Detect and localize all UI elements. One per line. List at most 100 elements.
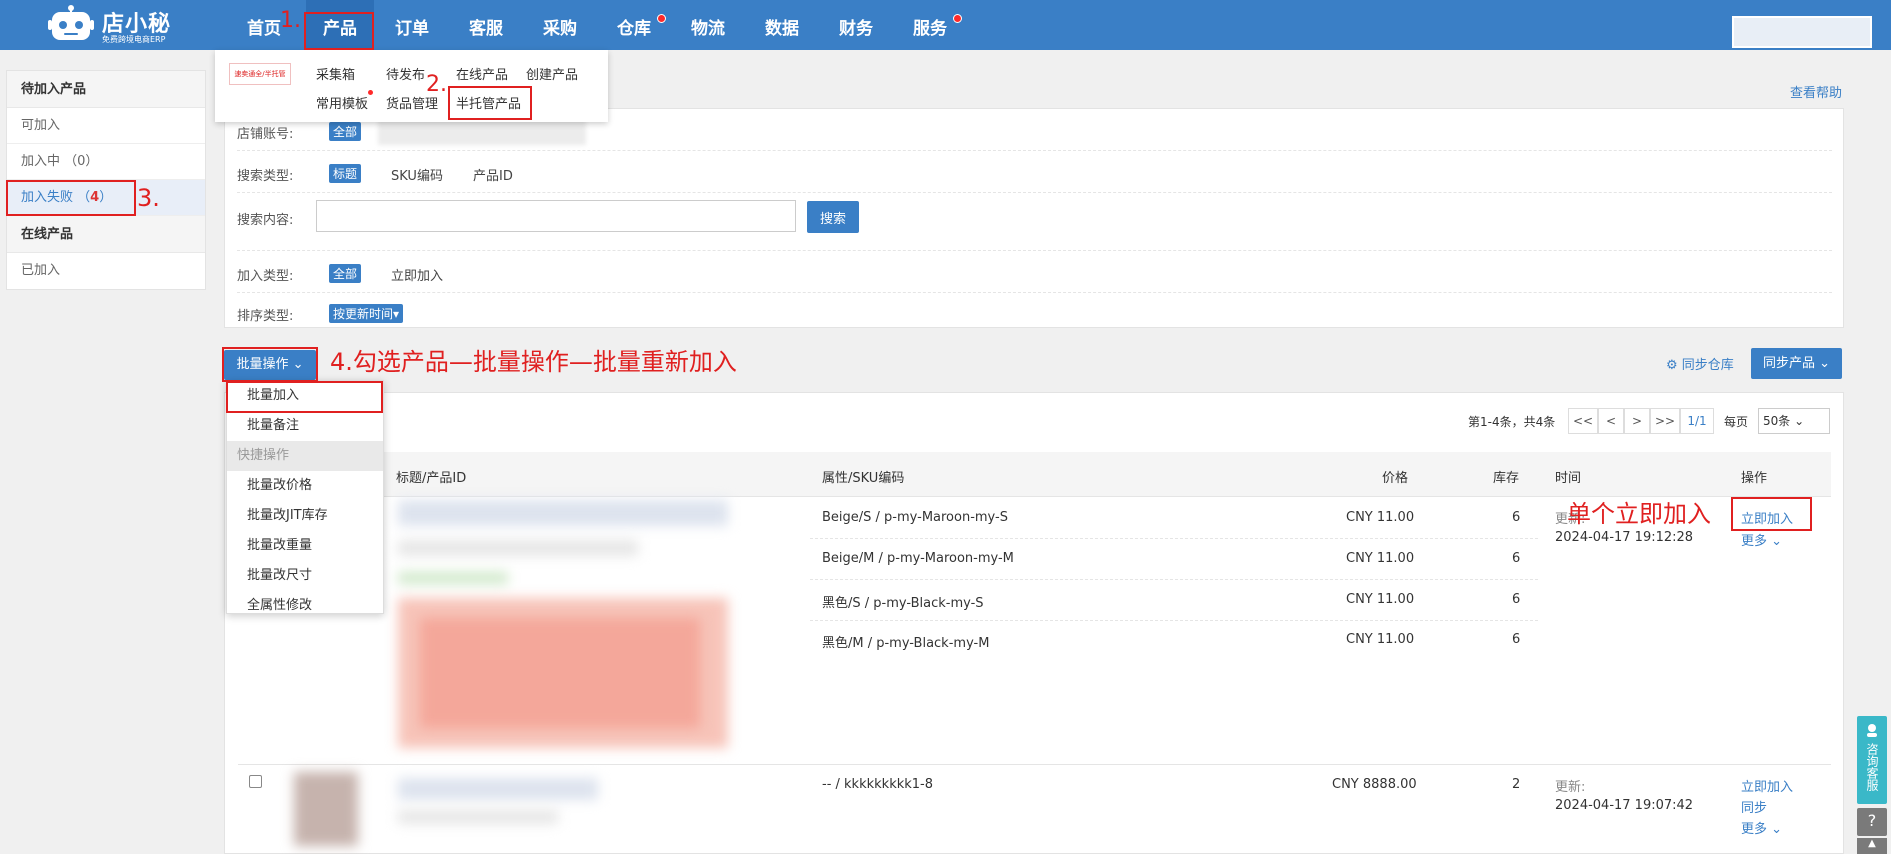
notification-dot-icon bbox=[368, 90, 373, 95]
annotation-step2: 2. bbox=[426, 72, 447, 97]
price-cell: CNY 8888.00 bbox=[1332, 777, 1417, 792]
sidebar-item-joined[interactable]: 已加入 bbox=[7, 253, 205, 289]
pager-prev-button[interactable]: < bbox=[1598, 408, 1624, 434]
pager-current-page: 1/1 bbox=[1680, 408, 1714, 434]
blurred-product-id bbox=[398, 540, 638, 556]
th-price: 价格 bbox=[1382, 471, 1409, 486]
per-page-select[interactable]: 50条 ⌄ bbox=[1758, 408, 1830, 434]
annotation-box-batch-button bbox=[222, 347, 318, 382]
pager-next-button[interactable]: > bbox=[1624, 408, 1650, 434]
notification-dot-icon bbox=[657, 14, 666, 23]
sync-product-button[interactable]: 同步产品 ⌄ bbox=[1751, 348, 1842, 379]
nav-logistics[interactable]: 物流 bbox=[680, 0, 736, 50]
scroll-top-icon[interactable]: ▲ bbox=[1857, 838, 1887, 854]
nav-service-label: 服务 bbox=[913, 19, 947, 39]
row-divider bbox=[238, 764, 1831, 765]
pager-last-button[interactable]: >> bbox=[1650, 408, 1680, 434]
th-sku: 属性/SKU编码 bbox=[822, 471, 905, 486]
blurred-product-image-inner bbox=[420, 618, 700, 728]
sidebar-item-count: （0） bbox=[64, 154, 99, 169]
search-type-sku[interactable]: SKU编码 bbox=[391, 165, 443, 184]
filter-row-sort: 排序类型: 按更新时间▾ bbox=[237, 293, 1832, 329]
variant-divider bbox=[810, 620, 1538, 621]
product-dropdown-menu: 速卖通全/半托管 采集箱 待发布 在线产品 创建产品 常用模板 货品管理 半托管… bbox=[215, 50, 608, 122]
annotation-single-join: 单个立即加入 bbox=[1567, 500, 1711, 528]
search-type-product-id[interactable]: 产品ID bbox=[473, 165, 513, 184]
row-checkbox[interactable] bbox=[249, 775, 262, 788]
menu-collection-box[interactable]: 采集箱 bbox=[316, 64, 355, 83]
menu-common-templates[interactable]: 常用模板 bbox=[316, 93, 368, 112]
help-link[interactable]: 查看帮助 bbox=[1790, 82, 1842, 101]
pager-summary: 第1-4条，共4条 bbox=[1468, 415, 1556, 429]
filter-row-search-type: 搜索类型: 标题 SKU编码 产品ID bbox=[237, 151, 1832, 193]
nav-purchase[interactable]: 采购 bbox=[532, 0, 588, 50]
annotation-step4: 4.勾选产品—批量操作—批量重新加入 bbox=[330, 348, 737, 376]
sku-cell: Beige/M / p-my-Maroon-my-M bbox=[822, 551, 1014, 566]
sku-cell: 黑色/M / p-my-Black-my-M bbox=[822, 636, 990, 651]
sku-cell: -- / kkkkkkkkk1-8 bbox=[822, 777, 934, 792]
join-type-all[interactable]: 全部 bbox=[329, 264, 362, 283]
shop-label: 店铺账号: bbox=[237, 127, 294, 142]
variant-divider bbox=[810, 538, 1538, 539]
sidebar-item-label: 加入中 bbox=[21, 154, 61, 169]
more-actions-link[interactable]: 更多 ⌄ bbox=[1741, 818, 1782, 837]
batch-jit-stock-item[interactable]: 批量改JIT库存 bbox=[227, 501, 383, 531]
join-type-now[interactable]: 立即加入 bbox=[391, 265, 443, 284]
nav-orders[interactable]: 订单 bbox=[384, 0, 440, 50]
variant-divider bbox=[810, 579, 1538, 580]
nav-warehouse-label: 仓库 bbox=[617, 19, 651, 39]
sidebar-item-joining[interactable]: 加入中 （0） bbox=[7, 144, 205, 180]
search-content-label: 搜索内容: bbox=[237, 213, 294, 228]
menu-pending-publish[interactable]: 待发布 bbox=[386, 64, 425, 83]
nav-customer-service[interactable]: 客服 bbox=[458, 0, 514, 50]
annotation-step1: 1. bbox=[280, 8, 301, 33]
notification-dot-icon bbox=[953, 14, 962, 23]
search-input[interactable] bbox=[316, 200, 796, 232]
stock-cell: 6 bbox=[1512, 592, 1521, 607]
batch-price-item[interactable]: 批量改价格 bbox=[227, 471, 383, 501]
search-type-title[interactable]: 标题 bbox=[329, 164, 362, 183]
update-time: 2024-04-17 19:12:28 bbox=[1555, 530, 1694, 545]
batch-note-item[interactable]: 批量备注 bbox=[227, 411, 383, 441]
shop-all-tag[interactable]: 全部 bbox=[329, 122, 362, 141]
help-icon[interactable]: ? bbox=[1857, 808, 1887, 836]
table-header: 标题/产品ID 属性/SKU编码 价格 库存 时间 操作 bbox=[238, 452, 1831, 497]
price-cell: CNY 11.00 bbox=[1346, 510, 1415, 525]
menu-online-products[interactable]: 在线产品 bbox=[456, 64, 508, 83]
th-action: 操作 bbox=[1741, 471, 1768, 486]
update-time: 2024-04-17 19:07:42 bbox=[1555, 798, 1694, 813]
sync-link[interactable]: 同步 bbox=[1741, 797, 1767, 816]
more-actions-link[interactable]: 更多 ⌄ bbox=[1741, 530, 1782, 549]
nav-warehouse[interactable]: 仓库 bbox=[606, 0, 666, 50]
quick-ops-group: 快捷操作 bbox=[227, 441, 383, 471]
blurred-status bbox=[398, 572, 508, 584]
blurred-title bbox=[398, 500, 728, 526]
join-now-link[interactable]: 立即加入 bbox=[1741, 776, 1793, 795]
consult-support-button[interactable]: 咨询客服 bbox=[1857, 716, 1887, 804]
aliexpress-managed-badge[interactable]: 速卖通全/半托管 bbox=[229, 63, 291, 85]
search-button[interactable]: 搜索 bbox=[807, 201, 859, 233]
pager-first-button[interactable]: << bbox=[1568, 408, 1598, 434]
nav-service[interactable]: 服务 bbox=[902, 0, 962, 50]
nav-data[interactable]: 数据 bbox=[754, 0, 810, 50]
blurred-product-thumbnail bbox=[294, 772, 358, 846]
stock-cell: 6 bbox=[1512, 510, 1521, 525]
stock-cell: 2 bbox=[1512, 777, 1521, 792]
batch-operations-menu: 批量加入 批量备注 快捷操作 批量改价格 批量改JIT库存 批量改重量 批量改尺… bbox=[226, 380, 384, 614]
brand-slogan: 免费跨境电商ERP bbox=[102, 35, 166, 44]
batch-size-item[interactable]: 批量改尺寸 bbox=[227, 561, 383, 591]
stock-cell: 6 bbox=[1512, 551, 1521, 566]
consult-support-label: 咨询客服 bbox=[1865, 743, 1879, 791]
price-cell: CNY 11.00 bbox=[1346, 551, 1415, 566]
menu-create-product[interactable]: 创建产品 bbox=[526, 64, 578, 83]
sku-cell: 黑色/S / p-my-Black-my-S bbox=[822, 596, 984, 611]
logo[interactable]: 店小秘 免费跨境电商ERP bbox=[48, 2, 178, 48]
batch-all-attrs-item[interactable]: 全属性修改 bbox=[227, 591, 383, 621]
user-account-box[interactable] bbox=[1732, 16, 1872, 48]
batch-weight-item[interactable]: 批量改重量 bbox=[227, 531, 383, 561]
headset-icon bbox=[1867, 724, 1877, 737]
sync-warehouse-link[interactable]: ⚙ 同步仓库 bbox=[1666, 354, 1734, 373]
sort-type-select[interactable]: 按更新时间▾ bbox=[329, 304, 404, 323]
nav-finance[interactable]: 财务 bbox=[828, 0, 884, 50]
sidebar-item-available[interactable]: 可加入 bbox=[7, 108, 205, 144]
